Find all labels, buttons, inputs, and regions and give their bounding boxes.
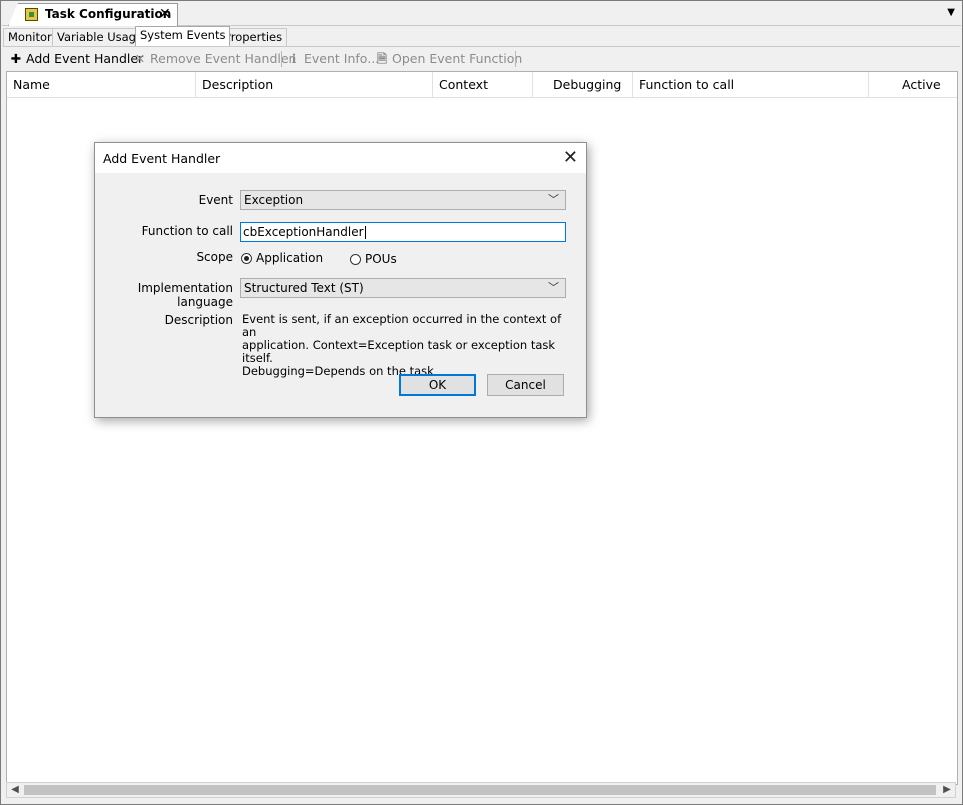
- close-icon[interactable]: ✕: [159, 6, 171, 22]
- add-event-handler-button[interactable]: ✚ Add Event Handler: [9, 50, 143, 68]
- remove-event-handler-button[interactable]: ✕ Remove Event Handler: [133, 50, 294, 68]
- event-dropdown-value: Exception: [244, 193, 304, 207]
- description-line: application. Context=Exception task or e…: [242, 338, 556, 365]
- chevron-down-icon: ﹀: [548, 281, 559, 294]
- task-configuration-icon: [25, 8, 38, 21]
- open-event-function-button[interactable]: 🗎 Open Event Function: [375, 50, 522, 68]
- document-tab-strip: Task Configuration ✕ ▼: [2, 2, 961, 26]
- column-header-description[interactable]: Description: [196, 72, 433, 97]
- toolbar-separator: [515, 51, 516, 67]
- text-caret: [364, 226, 366, 239]
- column-header-debugging[interactable]: Debugging: [533, 72, 633, 97]
- grid-header: Name Description Context Debugging Funct…: [7, 72, 957, 98]
- tab-system-events[interactable]: System Events: [135, 26, 231, 46]
- scroll-left-icon[interactable]: ◀: [7, 783, 23, 797]
- info-icon: ℹ: [291, 51, 297, 66]
- cancel-button[interactable]: Cancel: [487, 374, 564, 396]
- function-to-call-value: cbExceptionHandler: [243, 225, 364, 239]
- editor-sub-tabs: Monitor Variable Usage System Events Pro…: [3, 26, 960, 46]
- scope-label: Scope: [196, 250, 233, 264]
- scroll-right-icon[interactable]: ▶: [939, 783, 955, 797]
- document-tab-title: Task Configuration: [45, 7, 172, 21]
- document-tab-task-configuration[interactable]: Task Configuration ✕: [8, 3, 178, 26]
- event-info-button[interactable]: ℹ Event Info...: [287, 50, 380, 68]
- scope-radio-application[interactable]: Application: [241, 251, 323, 265]
- add-event-handler-dialog: Add Event Handler ✕ Event Exception ﹀ Fu…: [94, 142, 587, 418]
- column-header-context[interactable]: Context: [433, 72, 533, 97]
- remove-icon: ✕: [134, 51, 146, 66]
- implementation-language-dropdown[interactable]: Structured Text (ST) ﹀: [240, 278, 566, 298]
- dialog-titlebar: Add Event Handler ✕: [95, 143, 586, 173]
- event-description: Event is sent, if an exception occurred …: [242, 313, 562, 378]
- ok-button[interactable]: OK: [399, 374, 476, 396]
- scrollbar-thumb[interactable]: [24, 785, 936, 795]
- column-header-active[interactable]: Active: [869, 72, 957, 97]
- chevron-down-icon: ﹀: [548, 193, 559, 206]
- close-icon[interactable]: ✕: [563, 147, 578, 168]
- implementation-language-label: Implementation language: [137, 281, 233, 309]
- implementation-language-value: Structured Text (ST): [244, 281, 364, 295]
- column-header-function-to-call[interactable]: Function to call: [633, 72, 869, 97]
- event-dropdown[interactable]: Exception ﹀: [240, 190, 566, 210]
- tab-variable-usage[interactable]: Variable Usage: [52, 28, 149, 46]
- radio-unselected-icon: [350, 254, 361, 265]
- chevron-down-icon[interactable]: ▼: [947, 7, 955, 18]
- horizontal-scrollbar[interactable]: ◀ ▶: [6, 782, 956, 798]
- function-to-call-input[interactable]: cbExceptionHandler: [240, 222, 566, 242]
- description-line: Event is sent, if an exception occurred …: [242, 312, 562, 339]
- toolbar: ✚ Add Event Handler ✕ Remove Event Handler…: [3, 46, 960, 71]
- radio-selected-icon: [241, 253, 252, 264]
- plus-icon: ✚: [10, 51, 22, 66]
- event-label: Event: [198, 193, 233, 207]
- tab-monitor[interactable]: Monitor: [3, 28, 57, 46]
- document-icon: 🗎: [376, 51, 388, 66]
- column-header-name[interactable]: Name: [7, 72, 196, 97]
- description-label: Description: [164, 313, 233, 327]
- toolbar-separator: [281, 51, 282, 67]
- scope-radio-pous[interactable]: POUs: [350, 252, 397, 266]
- dialog-title: Add Event Handler: [103, 151, 221, 166]
- function-to-call-label: Function to call: [141, 224, 233, 238]
